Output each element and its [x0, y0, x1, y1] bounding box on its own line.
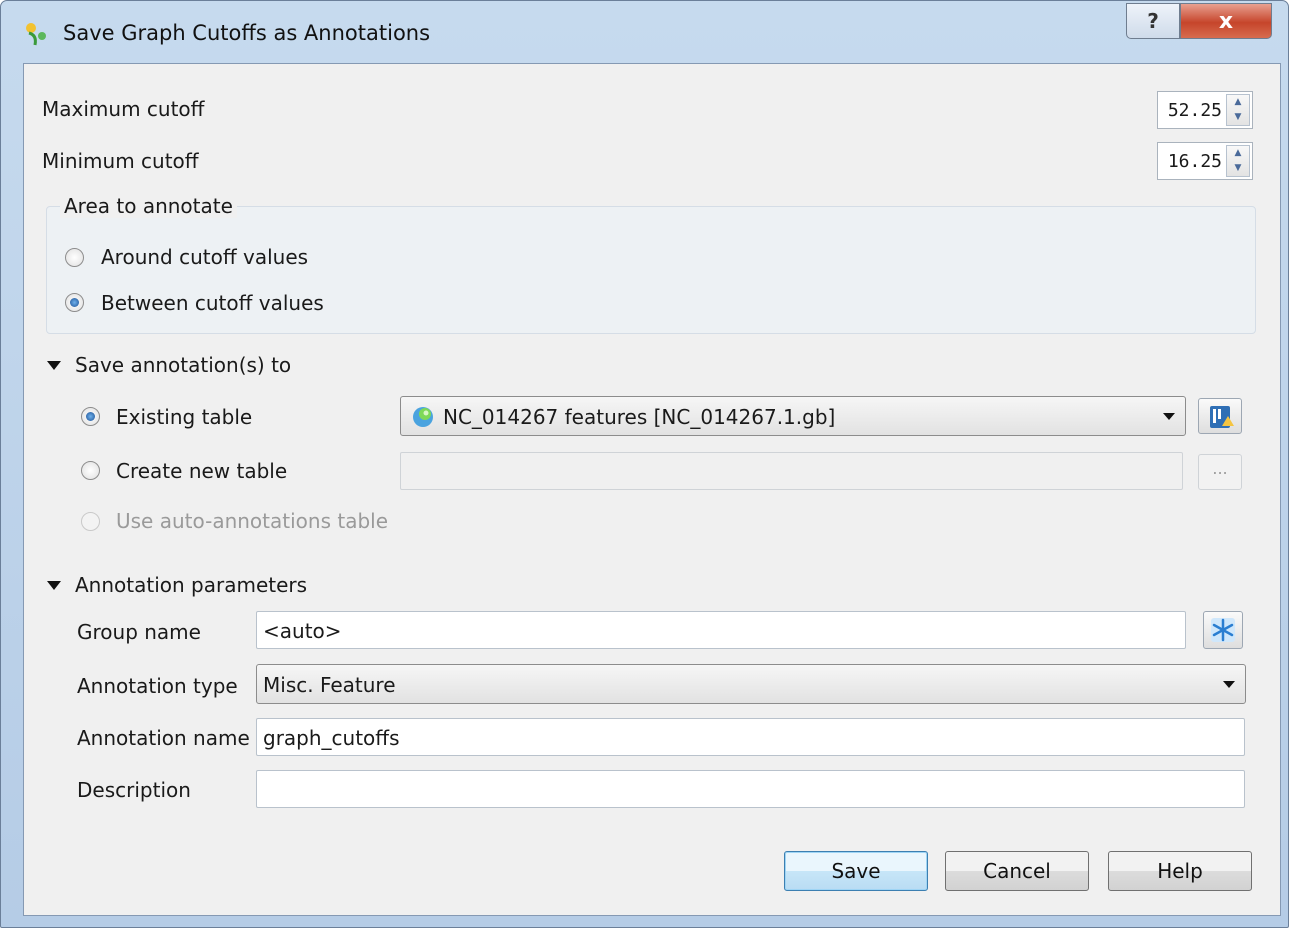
annotation-type-combo[interactable]: Misc. Feature — [256, 664, 1246, 704]
dropdown-arrow-icon[interactable] — [1163, 413, 1175, 420]
auto-annotations-radio[interactable] — [81, 512, 100, 531]
title-bar: Save Graph Cutoffs as Annotations ? x — [1, 1, 1288, 63]
annotation-type-value: Misc. Feature — [263, 673, 396, 697]
collapse-triangle-icon[interactable] — [47, 581, 61, 590]
group-name-input[interactable]: <auto> — [256, 611, 1186, 649]
existing-table-combo[interactable]: NC_014267 features [NC_014267.1.gb] — [400, 396, 1186, 436]
new-table-path-field[interactable] — [400, 452, 1183, 490]
snowflake-icon — [1211, 618, 1235, 642]
browse-button[interactable]: ... — [1198, 454, 1242, 490]
window-title: Save Graph Cutoffs as Annotations — [63, 21, 431, 45]
around-cutoff-radio[interactable] — [65, 248, 84, 267]
help-title-button[interactable]: ? — [1126, 3, 1180, 39]
annotation-type-label: Annotation type — [77, 674, 238, 698]
annotation-parameters-header[interactable]: Annotation parameters — [75, 573, 307, 597]
predefined-names-button[interactable] — [1203, 611, 1243, 649]
collapse-triangle-icon[interactable] — [47, 361, 61, 370]
close-button[interactable]: x — [1180, 3, 1272, 39]
spin-arrows-icon[interactable]: ▲ ▼ — [1226, 145, 1250, 177]
annotation-name-input[interactable]: graph_cutoffs — [256, 718, 1245, 756]
between-cutoff-radio[interactable] — [65, 293, 84, 312]
minimum-cutoff-label: Minimum cutoff — [42, 149, 199, 173]
existing-table-label[interactable]: Existing table — [116, 405, 252, 429]
group-name-label: Group name — [77, 620, 201, 644]
dropdown-arrow-icon[interactable] — [1223, 681, 1235, 688]
minimum-cutoff-value[interactable]: 16.25 — [1168, 151, 1222, 172]
dialog-window: Save Graph Cutoffs as Annotations ? x Ma… — [0, 0, 1289, 928]
save-button[interactable]: Save — [784, 851, 928, 891]
maximum-cutoff-value[interactable]: 52.25 — [1168, 100, 1222, 121]
help-button[interactable]: Help — [1108, 851, 1252, 891]
description-input[interactable] — [256, 770, 1245, 808]
existing-table-radio[interactable] — [81, 407, 100, 426]
between-cutoff-label[interactable]: Between cutoff values — [101, 291, 324, 315]
dialog-content: Maximum cutoff 52.25 ▲ ▼ Minimum cutoff 1… — [23, 63, 1281, 916]
around-cutoff-label[interactable]: Around cutoff values — [101, 245, 308, 269]
area-to-annotate-title: Area to annotate — [60, 194, 237, 218]
save-annotations-to-header[interactable]: Save annotation(s) to — [75, 353, 291, 377]
maximum-cutoff-label: Maximum cutoff — [42, 97, 205, 121]
maximum-cutoff-spinbox[interactable]: 52.25 ▲ ▼ — [1157, 91, 1253, 129]
minimum-cutoff-spinbox[interactable]: 16.25 ▲ ▼ — [1157, 142, 1253, 180]
create-new-table-radio[interactable] — [81, 461, 100, 480]
auto-annotations-label[interactable]: Use auto-annotations table — [116, 509, 388, 533]
select-object-icon — [1210, 406, 1234, 428]
database-object-icon — [413, 407, 433, 427]
existing-table-value: NC_014267 features [NC_014267.1.gb] — [443, 405, 836, 429]
spin-arrows-icon[interactable]: ▲ ▼ — [1226, 94, 1250, 126]
select-object-button[interactable] — [1198, 398, 1242, 434]
create-new-table-label[interactable]: Create new table — [116, 459, 287, 483]
annotation-name-label: Annotation name — [77, 726, 250, 750]
cancel-button[interactable]: Cancel — [945, 851, 1089, 891]
description-label: Description — [77, 778, 191, 802]
ugene-app-icon — [26, 23, 46, 46]
